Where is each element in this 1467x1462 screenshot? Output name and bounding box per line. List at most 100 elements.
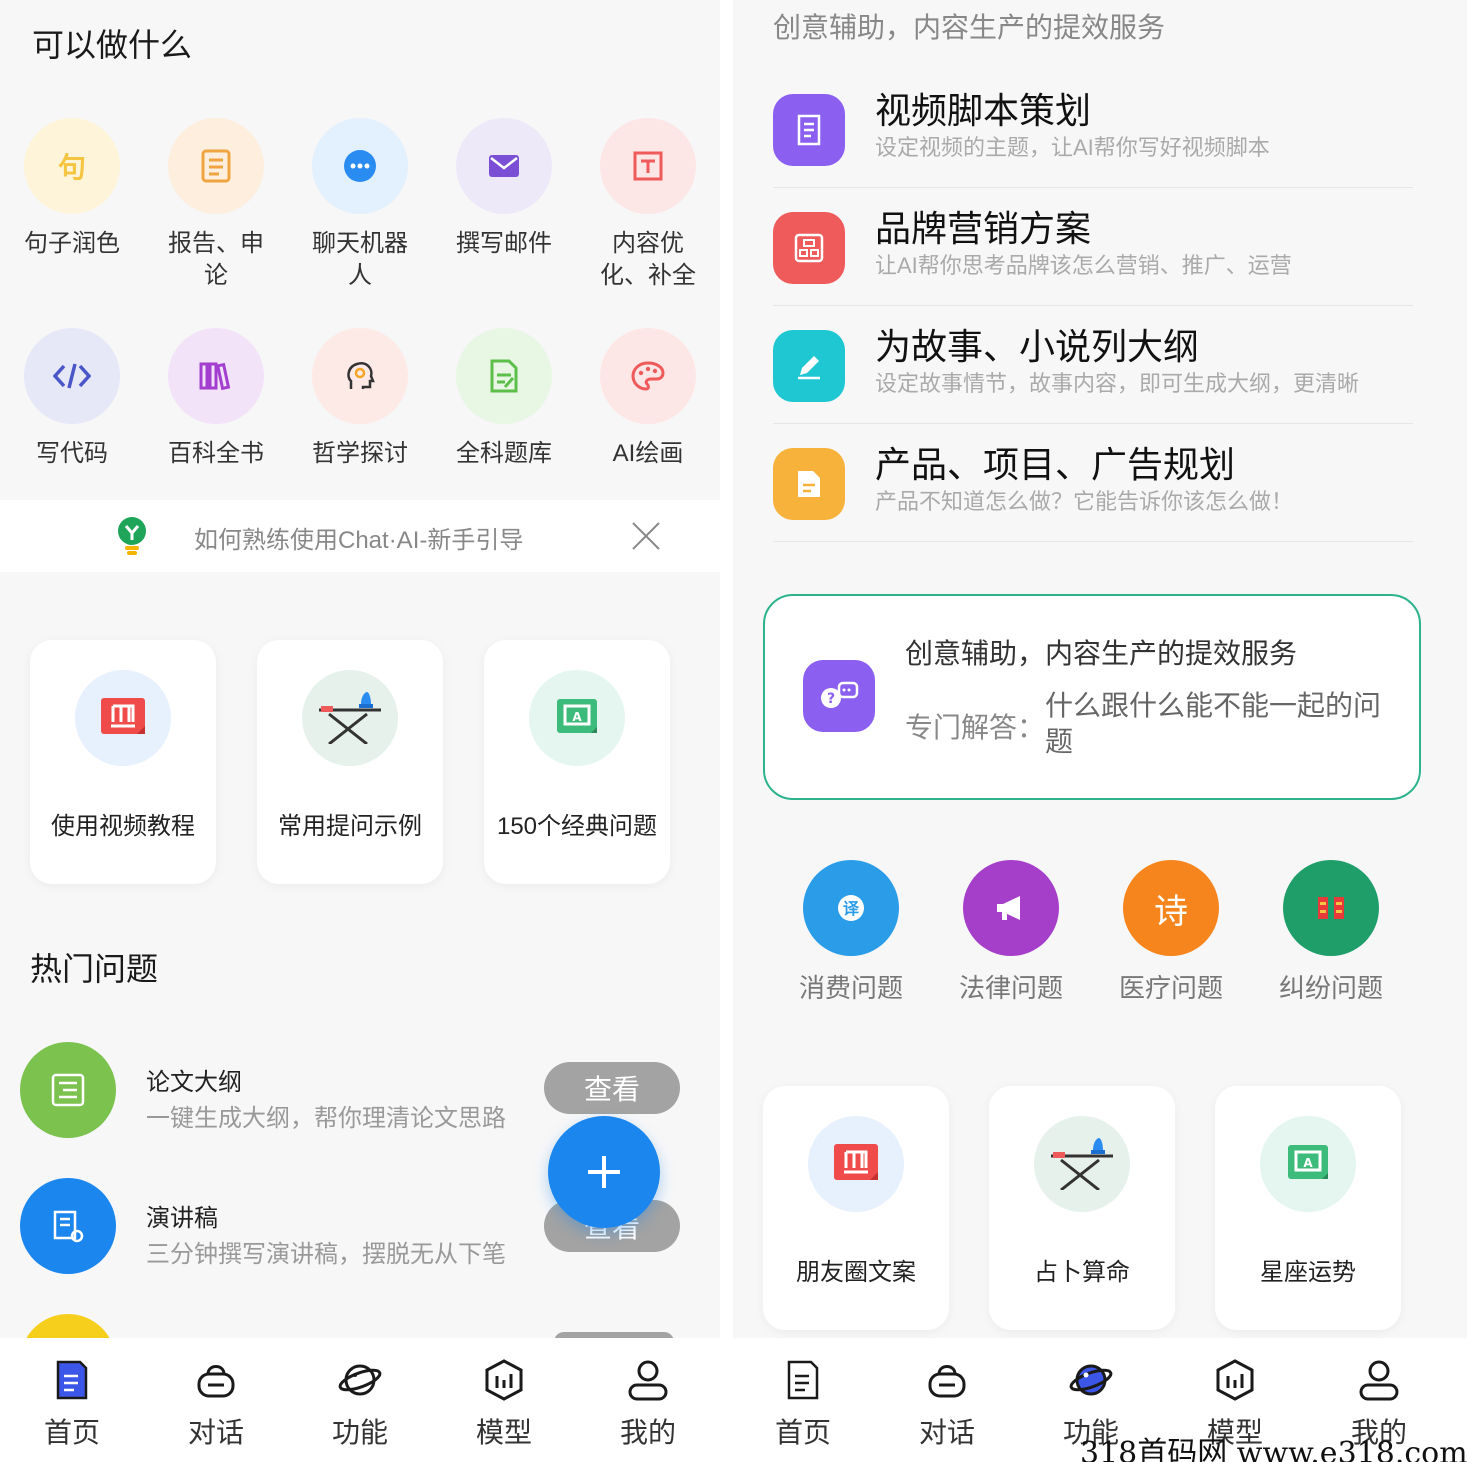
feature-label: 写代码 [36,440,108,467]
left-screen: 可以做什么 句 句子润色 报告、申论 聊天机器人 撰写邮件 内容优化、补全 写代… [0,0,720,1462]
feature-content[interactable]: 内容优化、补全 [576,118,720,292]
category-medical[interactable]: 诗 医疗问题 [1101,860,1241,1005]
hot-questions-title: 热门问题 [30,951,159,987]
video-book-icon [75,670,171,766]
section-header: 创意辅助，内容生产的提效服务 [773,12,1166,43]
service-subtitle: 设定视频的主题，让AI帮你写好视频脚本 [875,135,1270,160]
category-consumer[interactable]: 译 消费问题 [781,860,921,1005]
feature-mail[interactable]: 撰写邮件 [432,118,576,260]
tab-home[interactable]: 首页 [753,1358,853,1451]
mail-icon [456,118,552,214]
service-title: 视频脚本策划 [875,90,1092,131]
qa-card[interactable]: ? 创意辅助，内容生产的提效服务 专门解答： 什么跟什么能不能一起的问题 [763,594,1421,800]
tab-chat[interactable]: 对话 [897,1358,997,1451]
hot-item-subtitle: 一键生成大纲，帮你理清论文思路 [146,1105,506,1132]
home-doc-icon [787,1360,819,1400]
tab-label: 首页 [774,1417,831,1448]
question-chat-icon: ? [803,660,875,732]
category-label: 医疗问题 [1118,973,1223,1003]
tab-chat[interactable]: 对话 [166,1358,266,1451]
tab-label: 我的 [619,1417,676,1448]
card-video-tutorial[interactable]: 使用视频教程 [30,640,216,884]
card-common-questions[interactable]: 常用提问示例 [257,640,443,884]
close-icon[interactable] [630,520,662,552]
feature-label: AI绘画 [612,440,684,467]
card-horoscope[interactable]: A 星座运势 [1215,1086,1401,1330]
bottom-tab-bar: 首页 对话 功能 模型 我的 [0,1338,720,1462]
outline-icon [20,1042,116,1138]
translate-icon: 译 [803,860,899,956]
card-label: 占卜算命 [1034,1259,1130,1286]
service-brand-marketing[interactable]: 品牌营销方案 让AI帮你思考品牌该怎么营销、推广、运营 [773,188,1413,306]
service-product-plan[interactable]: 产品、项目、广告规划 产品不知道怎么做？它能告诉你该怎么做！ [773,424,1413,542]
tab-home[interactable]: 首页 [22,1358,122,1451]
tab-profile[interactable]: 我的 [598,1358,698,1451]
card-moments-copy[interactable]: 朋友圈文案 [763,1086,949,1330]
feature-label: 报告、申论 [168,230,264,289]
category-legal[interactable]: 法律问题 [941,860,1081,1005]
svg-text:译: 译 [843,899,860,918]
report-icon [168,118,264,214]
feature-philosophy[interactable]: 哲学探讨 [288,328,432,470]
tab-label: 首页 [43,1417,100,1448]
svg-text:?: ? [827,691,835,707]
tab-models[interactable]: 模型 [454,1358,554,1451]
tab-label: 功能 [331,1417,388,1448]
brand-icon [773,212,845,284]
chatbot-icon [312,118,408,214]
iron-board-icon [302,670,398,766]
card-label: 朋友圈文案 [796,1259,916,1286]
tab-features[interactable]: 功能 [310,1358,410,1451]
card-fortune[interactable]: 占卜算命 [989,1086,1175,1330]
feature-ai-painting[interactable]: AI绘画 [576,328,720,470]
hot-item-title: 论文大纲 [146,1069,242,1096]
category-dispute[interactable]: 纠纷问题 [1261,860,1401,1005]
qa-text: 什么跟什么能不能一起的问题 [1045,690,1382,757]
svg-text:A: A [1303,1156,1313,1170]
encyclopedia-icon [168,328,264,424]
card-classic-questions[interactable]: A 150个经典问题 [484,640,670,884]
feature-label: 百科全书 [168,440,264,467]
service-title: 品牌营销方案 [875,208,1092,249]
question-bank-icon [456,328,552,424]
service-story-outline[interactable]: 为故事、小说列大纲 设定故事情节，故事内容，即可生成大纲，更清晰 [773,306,1413,424]
feature-code[interactable]: 写代码 [0,328,144,470]
script-icon [773,94,845,166]
poem-glyph: 诗 [1154,892,1188,931]
feature-question-bank[interactable]: 全科题库 [432,328,576,470]
tab-label: 模型 [475,1417,532,1448]
palette-icon [600,328,696,424]
file-icon [773,448,845,520]
tab-label: 对话 [918,1417,975,1448]
speech-script-icon [20,1178,116,1274]
view-button[interactable]: 查看 [544,1062,680,1114]
feature-report[interactable]: 报告、申论 [144,118,288,292]
lightbulb-icon [118,517,146,555]
tab-label: 对话 [187,1417,244,1448]
card-label: 150个经典问题 [496,813,658,840]
content-icon [600,118,696,214]
planet-icon [1069,1364,1113,1396]
planet-icon [338,1364,382,1396]
category-label: 法律问题 [958,973,1063,1003]
guide-banner[interactable]: 如何熟练使用Chat·AI-新手引导 [0,500,720,572]
iron-board-icon [1034,1116,1130,1212]
couplet-icon [1283,860,1379,956]
feature-sentence[interactable]: 句 句子润色 [0,118,144,260]
qa-title: 创意辅助，内容生产的提效服务 [905,638,1298,669]
feature-label: 哲学探讨 [312,440,408,467]
user-icon [1359,1360,1399,1401]
code-icon [24,328,120,424]
service-subtitle: 设定故事情节，故事内容，即可生成大纲，更清晰 [875,371,1360,396]
card-label: 常用提问示例 [278,813,422,840]
card-label: 使用视频教程 [51,813,195,840]
add-button[interactable] [548,1116,660,1228]
poem-icon: 诗 [1123,860,1219,956]
home-doc-icon [56,1360,88,1400]
feature-label: 句子润色 [24,230,120,257]
feature-encyclopedia[interactable]: 百科全书 [144,328,288,470]
pencil-icon [773,330,845,402]
panel-divider [720,0,733,1462]
feature-chatbot[interactable]: 聊天机器人 [288,118,432,292]
service-video-script[interactable]: 视频脚本策划 设定视频的主题，让AI帮你写好视频脚本 [773,70,1413,188]
